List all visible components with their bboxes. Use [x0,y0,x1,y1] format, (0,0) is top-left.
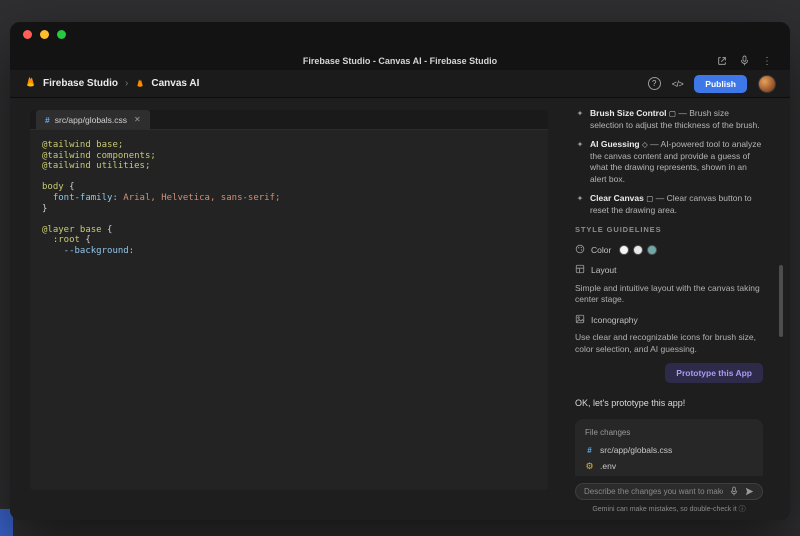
separator: — [650,139,659,149]
sparkle-icon: ✦ [576,140,584,149]
separator: — [655,193,665,203]
user-avatar[interactable] [758,74,776,93]
editor-tab[interactable]: # src/app/globals.css ✕ [36,110,150,129]
titlebar-actions: ⋮ [717,53,772,71]
code-line: @layer base { [42,224,113,235]
desktop-background: Firebase Studio - Canvas AI - Firebase S… [0,0,800,536]
ai-guess-icon: ◇ [641,140,648,149]
canvas-ai-icon [135,75,145,93]
breadcrumb-chevron-icon: › [125,78,129,89]
feature-name: AI Guessing [590,139,640,149]
disclaimer: Gemini can make mistakes, so double-chec… [575,504,763,514]
iconography-icon [575,314,585,328]
layout-row: Layout [575,264,763,278]
file-name: .env [600,461,617,471]
editor-tab-label: src/app/globals.css [54,114,128,125]
breadcrumb-app-name: Canvas AI [151,78,200,89]
color-row: Color [575,244,763,258]
code-line: @tailwind components; [42,150,156,161]
css-file-icon: # [45,114,50,125]
iconography-label: Iconography [591,314,638,325]
publish-button[interactable]: Publish [694,74,747,93]
mic-icon[interactable] [730,483,738,501]
feature-item: ✦ Brush Size Control ▢ — Brush size sele… [575,108,763,131]
close-tab-icon[interactable]: ✕ [134,115,141,124]
code-line: @tailwind base; [42,140,124,150]
code-line: --background: [42,245,135,256]
code-line: font-family: Arial, Helvetica, sans-seri… [42,192,281,203]
zoom-window-button[interactable] [57,30,66,39]
firebase-logo-icon [24,75,37,93]
window-title: Firebase Studio - Canvas AI - Firebase S… [302,56,498,66]
color-swatch[interactable] [647,245,658,256]
color-label: Color [591,244,612,255]
app-window: Firebase Studio - Canvas AI - Firebase S… [10,22,790,520]
app-header: Firebase Studio › Canvas AI ? </> Publis… [10,70,790,98]
brand-name[interactable]: Firebase Studio [43,78,118,89]
code-line: @tailwind utilities; [42,161,151,172]
minimize-window-button[interactable] [40,30,49,39]
window-titlebar: Firebase Studio - Canvas AI - Firebase S… [10,22,790,70]
file-row[interactable]: ⚙ .env [585,461,753,473]
window-controls [23,30,66,39]
palette-icon [575,244,585,258]
chat-input[interactable] [584,487,723,496]
style-guidelines-heading: STYLE GUIDELINES [575,225,662,234]
code-line: :root { [42,235,91,246]
main-content: # src/app/globals.css ✕ @tailwind base; @… [10,98,790,520]
disclaimer-text: Gemini can make mistakes, so double-chec… [592,506,737,513]
close-window-button[interactable] [23,30,32,39]
assistant-message: OK, let's prototype this app! [575,398,686,408]
code-area[interactable]: @tailwind base; @tailwind components; @tai… [30,130,548,267]
layout-icon [575,264,585,278]
feature-text: AI Guessing ◇ — AI-powered tool to analy… [590,139,763,185]
code-line: } [42,203,48,214]
scrollbar-thumb[interactable] [779,265,783,337]
iconography-row: Iconography [575,314,763,328]
color-swatch[interactable] [633,245,644,256]
file-changes-card: File changes # src/app/globals.css ⚙ .en… [575,418,763,476]
feature-text: Clear Canvas ▢ — Clear canvas button to … [590,193,763,216]
code-view-icon[interactable]: </> [672,79,684,89]
feature-text: Brush Size Control ▢ — Brush size select… [590,108,763,131]
feature-name: Brush Size Control [590,108,667,118]
color-swatch[interactable] [619,245,630,256]
file-changes-title: File changes [585,427,631,437]
sparkle-icon: ✦ [576,194,584,203]
editor-tab-bar: # src/app/globals.css ✕ [30,110,548,130]
help-icon[interactable]: ? [647,77,661,90]
prototype-app-button[interactable]: Prototype this App [665,363,763,383]
feature-item: ✦ Clear Canvas ▢ — Clear canvas button t… [575,193,763,216]
file-name: src/app/globals.css [600,445,673,455]
layout-description: Simple and intuitive layout with the can… [575,282,760,305]
code-line: body { [42,182,75,193]
sparkle-icon: ✦ [576,109,584,118]
header-actions: ? </> Publish [647,74,776,93]
css-file-icon: # [587,446,592,456]
share-icon[interactable] [717,53,727,71]
brush-size-icon: ▢ [668,109,676,118]
code-editor: # src/app/globals.css ✕ @tailwind base; @… [30,110,548,490]
iconography-description: Use clear and recognizable icons for bru… [575,332,756,354]
clear-canvas-icon: ▢ [646,194,654,203]
file-row[interactable]: # src/app/globals.css [585,445,753,457]
voice-icon[interactable] [740,53,749,71]
ai-chat-panel: ✦ Brush Size Control ▢ — Brush size sele… [575,108,763,476]
feature-name: Clear Canvas [590,193,644,203]
layout-label: Layout [591,265,617,275]
feature-item: ✦ AI Guessing ◇ — AI-powered tool to ana… [575,139,763,185]
chat-input-bar [575,483,763,500]
env-file-icon: ⚙ [585,461,594,472]
send-icon[interactable] [745,483,754,501]
color-swatches [619,245,658,256]
separator: — [678,108,687,118]
more-vertical-icon[interactable]: ⋮ [762,57,772,67]
info-icon: ⓘ [738,506,746,513]
